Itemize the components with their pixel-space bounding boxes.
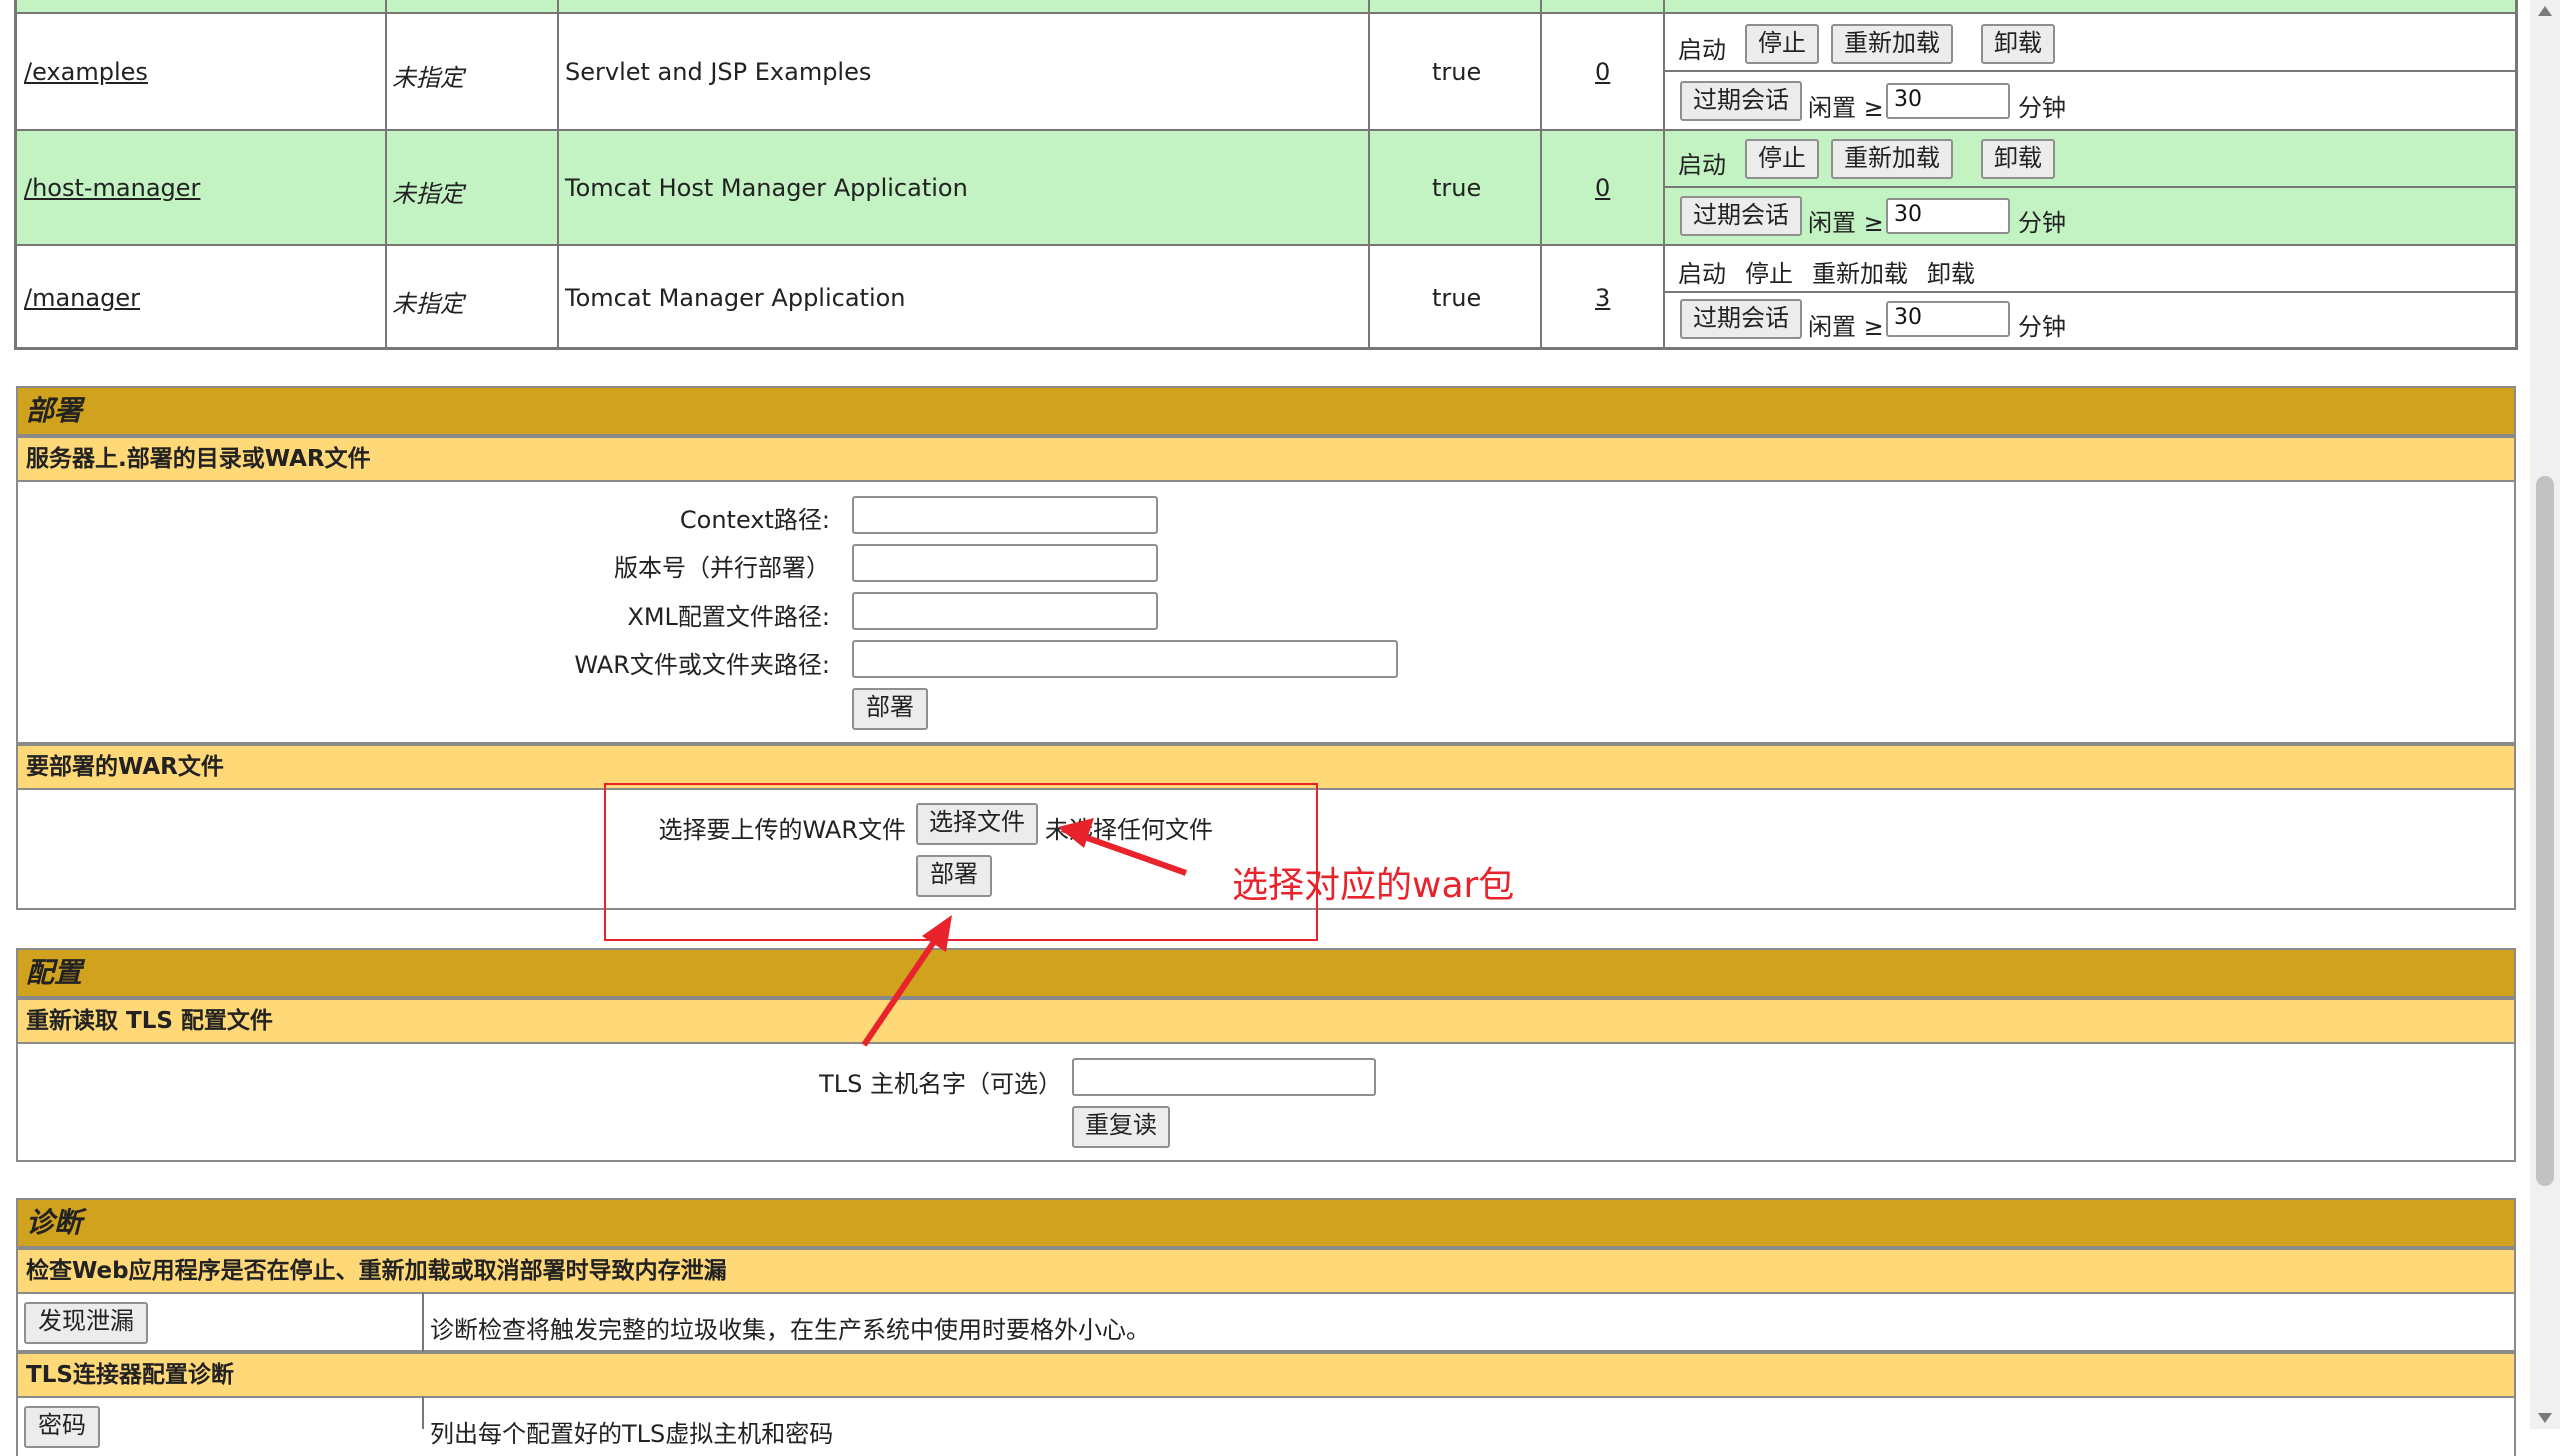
arrow-to-deploy-button-icon (861, 915, 952, 1047)
scroll-down-icon[interactable] (2536, 1411, 2554, 1425)
arrow-to-choose-file-icon (1058, 818, 1188, 876)
annotation-arrows (861, 818, 1188, 1047)
scrollbar-thumb[interactable] (2536, 476, 2554, 1186)
scroll-up-icon[interactable] (2536, 4, 2554, 18)
